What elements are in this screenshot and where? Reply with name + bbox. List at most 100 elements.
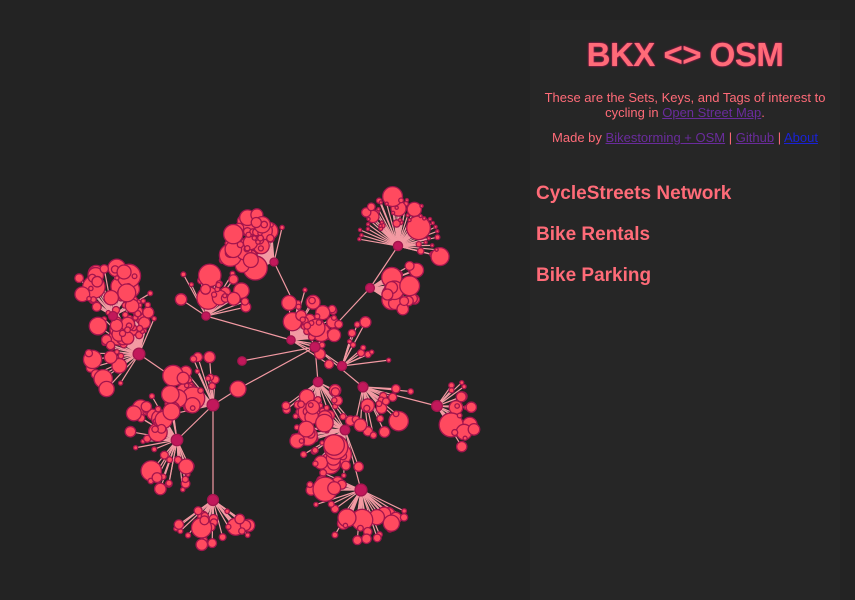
graph-leaf-node[interactable]: [372, 533, 382, 543]
graph-leaf-node[interactable]: [313, 501, 319, 508]
graph-leaf-node[interactable]: [359, 316, 372, 329]
graph-leaf-node[interactable]: [331, 531, 339, 539]
graph-leaf-node[interactable]: [434, 247, 439, 252]
graph-leaf-node[interactable]: [429, 243, 435, 248]
graph-leaf-node[interactable]: [103, 289, 120, 306]
graph-hub-node[interactable]: [354, 483, 368, 497]
graph-hub-node[interactable]: [357, 381, 369, 393]
graph-leaf-node[interactable]: [376, 206, 381, 212]
graph-leaf-node[interactable]: [323, 404, 330, 411]
graph-leaf-node[interactable]: [347, 328, 357, 338]
graph-leaf-node[interactable]: [74, 273, 85, 284]
graph-leaf-node[interactable]: [331, 397, 338, 404]
graph-leaf-node[interactable]: [315, 413, 334, 433]
graph-leaf-node[interactable]: [84, 348, 94, 358]
graph-leaf-node[interactable]: [151, 472, 163, 484]
graph-leaf-node[interactable]: [297, 420, 315, 438]
graph-leaf-node[interactable]: [228, 274, 239, 285]
graph-leaf-node[interactable]: [459, 379, 465, 386]
graph-leaf-node[interactable]: [299, 450, 308, 459]
graph-leaf-node[interactable]: [306, 481, 314, 489]
graph-hub-node[interactable]: [336, 360, 348, 372]
graph-leaf-node[interactable]: [154, 405, 162, 413]
graph-leaf-node[interactable]: [117, 352, 125, 360]
graph-leaf-node[interactable]: [397, 217, 403, 223]
graph-leaf-node[interactable]: [324, 359, 335, 370]
graph-leaf-node[interactable]: [136, 324, 144, 333]
graph-leaf-node[interactable]: [162, 402, 181, 421]
graph-leaf-node[interactable]: [117, 283, 137, 303]
graph-hub-node[interactable]: [392, 240, 404, 252]
graph-leaf-node[interactable]: [401, 508, 408, 514]
graph-leaf-node[interactable]: [327, 481, 342, 496]
graph-leaf-node[interactable]: [174, 293, 188, 306]
graph-leaf-node[interactable]: [366, 216, 371, 222]
graph-leaf-node[interactable]: [418, 213, 423, 219]
github-link[interactable]: Github: [736, 130, 774, 145]
graph-leaf-node[interactable]: [151, 315, 157, 322]
about-link[interactable]: About: [784, 130, 818, 145]
graph-leaf-node[interactable]: [207, 538, 218, 549]
graph-leaf-node[interactable]: [398, 197, 405, 204]
graph-leaf-node[interactable]: [188, 282, 195, 288]
graph-leaf-node[interactable]: [462, 435, 468, 441]
graph-leaf-node[interactable]: [86, 295, 92, 302]
graph-leaf-node[interactable]: [125, 405, 142, 422]
graph-leaf-node[interactable]: [330, 387, 341, 397]
graph-leaf-node[interactable]: [116, 264, 132, 280]
graph-leaf-node[interactable]: [308, 296, 316, 305]
graph-leaf-node[interactable]: [234, 513, 246, 525]
graph-leaf-node[interactable]: [124, 425, 137, 438]
graph-hub-node[interactable]: [364, 282, 376, 294]
graph-leaf-node[interactable]: [195, 538, 209, 552]
graph-leaf-node[interactable]: [346, 338, 353, 345]
graph-leaf-node[interactable]: [394, 205, 399, 210]
graph-leaf-node[interactable]: [369, 431, 378, 440]
graph-leaf-node[interactable]: [132, 444, 139, 451]
graph-leaf-node[interactable]: [176, 371, 190, 385]
graph-leaf-node[interactable]: [109, 318, 124, 333]
graph-leaf-node[interactable]: [421, 216, 427, 221]
graph-leaf-node[interactable]: [386, 357, 392, 363]
graph-leaf-node[interactable]: [341, 472, 347, 479]
graph-leaf-node[interactable]: [244, 245, 251, 252]
graph-leaf-node[interactable]: [229, 380, 247, 398]
graph-leaf-node[interactable]: [376, 414, 385, 423]
graph-leaf-node[interactable]: [147, 290, 154, 297]
graph-leaf-node[interactable]: [434, 234, 441, 241]
graph-leaf-node[interactable]: [399, 275, 421, 297]
graph-leaf-node[interactable]: [340, 460, 351, 471]
graph-leaf-node[interactable]: [180, 271, 187, 278]
graph-leaf-node[interactable]: [360, 344, 367, 351]
graph-leaf-node[interactable]: [199, 515, 210, 526]
graph-leaf-node[interactable]: [327, 500, 335, 508]
graph-leaf-node[interactable]: [208, 382, 217, 390]
graph-leaf-node[interactable]: [159, 450, 169, 460]
graph-leaf-node[interactable]: [399, 296, 410, 307]
graph-hub-node[interactable]: [269, 257, 279, 267]
graph-leaf-node[interactable]: [379, 220, 385, 225]
graph-leaf-node[interactable]: [173, 519, 185, 530]
graph-hub-node[interactable]: [339, 424, 351, 436]
graph-leaf-node[interactable]: [455, 440, 468, 453]
graph-leaf-node[interactable]: [455, 391, 467, 403]
graph-leaf-node[interactable]: [423, 240, 428, 245]
graph-leaf-node[interactable]: [353, 321, 361, 329]
graph-leaf-node[interactable]: [381, 397, 391, 406]
graph-leaf-node[interactable]: [314, 313, 321, 320]
graph-leaf-node[interactable]: [123, 326, 132, 334]
graph-leaf-node[interactable]: [456, 412, 463, 419]
graph-leaf-node[interactable]: [451, 428, 459, 437]
graph-leaf-node[interactable]: [197, 387, 205, 395]
graph-leaf-node[interactable]: [307, 402, 314, 408]
graph-leaf-node[interactable]: [266, 233, 275, 243]
graph-leaf-node[interactable]: [148, 392, 156, 400]
graph-leaf-node[interactable]: [199, 283, 212, 295]
graph-leaf-node[interactable]: [194, 368, 201, 374]
graph-leaf-node[interactable]: [299, 316, 306, 323]
graph-leaf-node[interactable]: [279, 224, 285, 231]
graph-leaf-node[interactable]: [375, 400, 383, 408]
graph-hub-node[interactable]: [309, 341, 321, 353]
graph-leaf-node[interactable]: [204, 375, 212, 382]
graph-leaf-node[interactable]: [203, 350, 216, 364]
